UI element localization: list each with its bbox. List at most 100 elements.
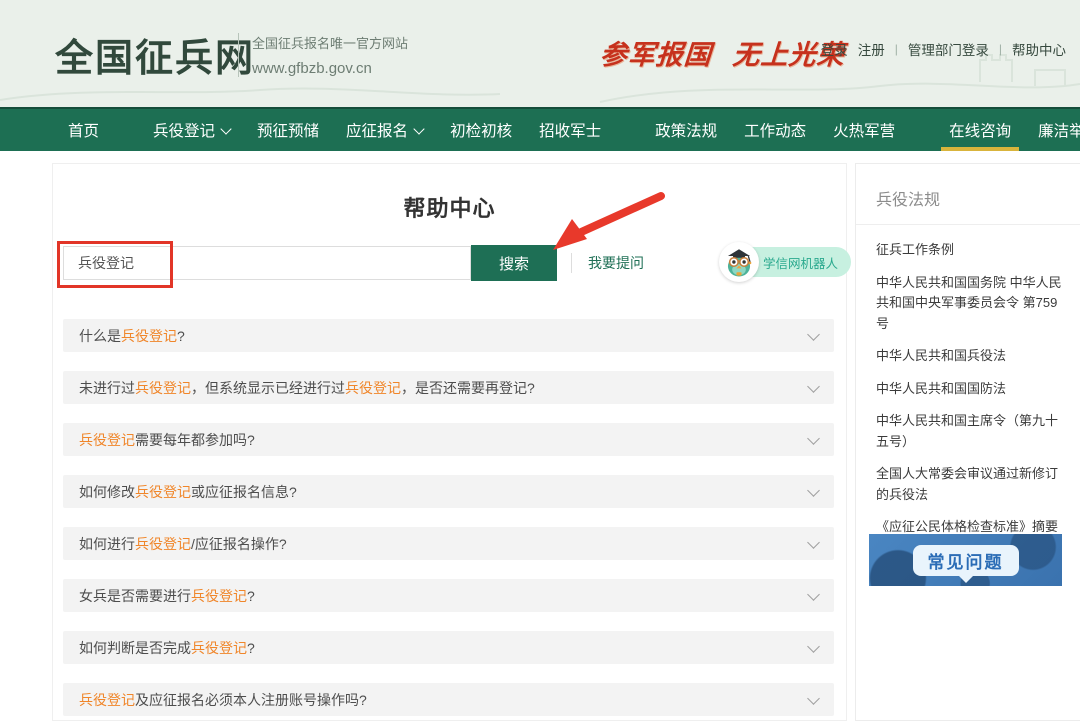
faq-text-segment: 如何判断是否完成: [79, 640, 191, 656]
faq-text-segment: ?: [177, 328, 185, 344]
faq-text-segment: ，是否还需要再登记?: [401, 380, 535, 396]
sidebar-links: 征兵工作条例中华人民共和国国务院 中华人民共和国中央军事委员会令 第759号中华…: [876, 240, 1070, 570]
nav-item-label: 初检初核: [450, 119, 512, 141]
faq-item-8[interactable]: 兵役登记及应征报名必须本人注册账号操作吗?: [63, 683, 834, 716]
nav-item-4[interactable]: 应征报名: [346, 109, 423, 151]
faq-item-6[interactable]: 女兵是否需要进行兵役登记?: [63, 579, 834, 612]
faq-text-segment: ?: [247, 640, 255, 656]
chevron-down-icon: [807, 588, 820, 601]
sidebar-link-3[interactable]: 中华人民共和国兵役法: [876, 346, 1070, 367]
sidebar-link-5[interactable]: 中华人民共和国主席令（第九十五号）: [876, 411, 1070, 452]
ask-question-link[interactable]: 我要提问: [588, 253, 644, 273]
faq-highlight-term: 兵役登记: [191, 588, 247, 604]
nav-item-label: 在线咨询: [949, 119, 1011, 141]
ask-separator: [571, 253, 572, 273]
faq-banner-bubble: 常见问题: [913, 545, 1019, 576]
faq-item-4[interactable]: 如何修改兵役登记或应征报名信息?: [63, 475, 834, 508]
faq-text-segment: ?: [247, 588, 255, 604]
sidebar-regulations: 兵役法规 征兵工作条例中华人民共和国国务院 中华人民共和国中央军事委员会令 第7…: [855, 163, 1080, 721]
faq-banner[interactable]: 常见问题: [869, 534, 1062, 586]
header-link-2[interactable]: 注册: [858, 39, 885, 59]
page: 全国征兵网 全国征兵报名唯一官方网站 www.gfbzb.gov.cn 参军报国…: [0, 0, 1080, 721]
site-header: 全国征兵网 全国征兵报名唯一官方网站 www.gfbzb.gov.cn 参军报国…: [0, 0, 1080, 107]
chsi-robot-button[interactable]: 学信网机器人: [721, 247, 851, 277]
faq-question-text: 如何判断是否完成兵役登记?: [79, 638, 255, 658]
nav-item-9[interactable]: 火热军营: [833, 109, 895, 151]
main-nav: 首页 兵役登记 预征预储 应征报名 初检初核 招收军士 政策法规 工作动态 火热军营 在线咨询 廉洁…: [0, 107, 1080, 151]
faq-item-5[interactable]: 如何进行兵役登记/应征报名操作?: [63, 527, 834, 560]
nav-item-2[interactable]: 兵役登记: [153, 109, 230, 151]
sidebar-title: 兵役法规: [876, 186, 1080, 210]
faq-question-text: 未进行过兵役登记，但系统显示已经进行过兵役登记，是否还需要再登记?: [79, 378, 535, 398]
header-link-pipe: |: [895, 42, 898, 56]
faq-text-segment: 如何修改: [79, 484, 135, 500]
faq-question-text: 如何修改兵役登记或应征报名信息?: [79, 482, 297, 502]
faq-highlight-term: 兵役登记: [135, 380, 191, 396]
search-row: 搜索 我要提问: [63, 245, 644, 281]
chevron-down-icon: [807, 432, 820, 445]
faq-text-segment: 及应征报名必须本人注册账号操作吗?: [135, 692, 367, 708]
nav-item-3[interactable]: 预征预储: [257, 109, 319, 151]
sidebar-link-2[interactable]: 中华人民共和国国务院 中华人民共和国中央军事委员会令 第759号: [876, 273, 1070, 335]
faq-text-segment: 需要每年都参加吗?: [135, 432, 255, 448]
faq-highlight-term: 兵役登记: [191, 640, 247, 656]
nav-item-5[interactable]: 初检初核: [450, 109, 512, 151]
faq-question-text: 兵役登记需要每年都参加吗?: [79, 430, 255, 450]
chevron-down-icon: [807, 328, 820, 341]
search-button[interactable]: 搜索: [471, 245, 557, 281]
faq-question-text: 女兵是否需要进行兵役登记?: [79, 586, 255, 606]
nav-items: 首页 兵役登记 预征预储 应征报名 初检初核 招收军士 政策法规 工作动态 火热军营 在线咨询 廉洁…: [68, 109, 1080, 151]
site-url: www.gfbzb.gov.cn: [252, 60, 408, 77]
chevron-down-icon: [807, 484, 820, 497]
faq-item-7[interactable]: 如何判断是否完成兵役登记?: [63, 631, 834, 664]
faq-highlight-term: 兵役登记: [79, 432, 135, 448]
faq-item-3[interactable]: 兵役登记需要每年都参加吗?: [63, 423, 834, 456]
header-link-3[interactable]: 管理部门登录: [908, 39, 989, 59]
nav-item-10[interactable]: 在线咨询: [949, 109, 1011, 151]
faq-highlight-term: 兵役登记: [135, 484, 191, 500]
nav-item-label: 兵役登记: [153, 119, 215, 141]
sidebar-link-6[interactable]: 全国人大常委会审议通过新修订的兵役法: [876, 464, 1070, 505]
chevron-down-icon: [220, 123, 231, 134]
faq-text-segment: /应征报名操作?: [191, 536, 287, 552]
nav-item-label: 预征预储: [257, 119, 319, 141]
search-input[interactable]: [63, 246, 471, 280]
site-logo[interactable]: 全国征兵网: [55, 27, 255, 82]
nav-item-11[interactable]: 廉洁举报: [1038, 109, 1080, 151]
logo-divider: [238, 33, 239, 77]
header-links: 登录注册 | 管理部门登录 | 帮助中心: [821, 39, 1066, 59]
nav-item-label: 政策法规: [655, 119, 717, 141]
slogan-calligraphy: 参军报国 无上光荣: [599, 33, 847, 72]
faq-text-segment: 或应征报名信息?: [191, 484, 297, 500]
header-link-1[interactable]: 登录: [821, 39, 848, 59]
faq-text-segment: 什么是: [79, 328, 121, 344]
header-link-pipe: |: [999, 42, 1002, 56]
nav-item-1[interactable]: 首页: [68, 109, 99, 151]
faq-item-1[interactable]: 什么是兵役登记?: [63, 319, 834, 352]
sidebar-link-1[interactable]: 征兵工作条例: [876, 240, 1070, 261]
nav-item-label: 火热军营: [833, 119, 895, 141]
nav-item-label: 应征报名: [346, 119, 408, 141]
nav-item-label: 首页: [68, 119, 99, 141]
faq-highlight-term: 兵役登记: [135, 536, 191, 552]
nav-item-label: 工作动态: [744, 119, 806, 141]
site-tagline: 全国征兵报名唯一官方网站 www.gfbzb.gov.cn: [252, 33, 408, 77]
faq-text-segment: ，但系统显示已经进行过: [191, 380, 345, 396]
faq-question-text: 兵役登记及应征报名必须本人注册账号操作吗?: [79, 690, 367, 710]
nav-item-7[interactable]: 政策法规: [655, 109, 717, 151]
nav-item-6[interactable]: 招收军士: [539, 109, 601, 151]
faq-question-text: 什么是兵役登记?: [79, 326, 185, 346]
faq-question-text: 如何进行兵役登记/应征报名操作?: [79, 534, 287, 554]
faq-list: 什么是兵役登记?未进行过兵役登记，但系统显示已经进行过兵役登记，是否还需要再登记…: [63, 319, 834, 721]
faq-text-segment: 女兵是否需要进行: [79, 588, 191, 604]
chevron-down-icon: [807, 380, 820, 393]
nav-item-8[interactable]: 工作动态: [744, 109, 806, 151]
sidebar-link-4[interactable]: 中华人民共和国国防法: [876, 379, 1070, 400]
faq-item-2[interactable]: 未进行过兵役登记，但系统显示已经进行过兵役登记，是否还需要再登记?: [63, 371, 834, 404]
tagline-text: 全国征兵报名唯一官方网站: [252, 33, 408, 52]
header-link-4[interactable]: 帮助中心: [1012, 39, 1066, 59]
nav-item-label: 廉洁举报: [1038, 119, 1080, 141]
sidebar-divider: [856, 224, 1080, 225]
faq-text-segment: 未进行过: [79, 380, 135, 396]
faq-highlight-term: 兵役登记: [79, 692, 135, 708]
